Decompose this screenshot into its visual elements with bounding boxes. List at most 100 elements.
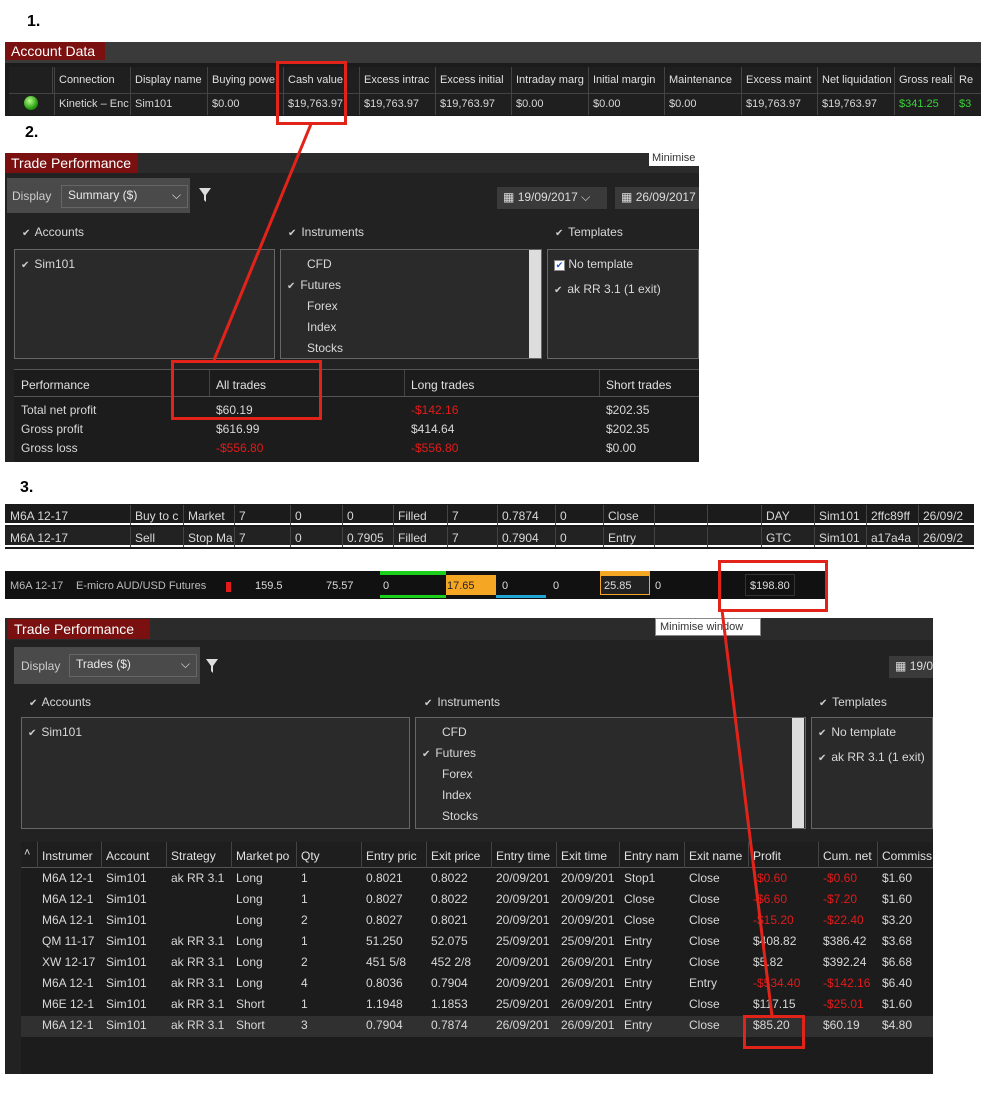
header-cell-empty xyxy=(9,67,53,93)
date-from-picker[interactable]: ▦ 19/0 xyxy=(889,656,933,678)
column-header[interactable]: Maintenance xyxy=(669,73,740,87)
order-cell: 0 xyxy=(295,531,302,545)
column-header[interactable]: Profit xyxy=(753,849,817,863)
column-header[interactable]: Entry time xyxy=(496,849,555,863)
column-header[interactable]: Strategy xyxy=(171,849,230,863)
trade-cell: 0.8021 xyxy=(431,913,468,927)
instrument-item[interactable]: ✔ Futures xyxy=(287,278,341,292)
position-cell: 17.65 xyxy=(447,580,475,592)
column-header[interactable]: Entry pric xyxy=(366,849,425,863)
accounts-header[interactable]: ✔ Accounts xyxy=(22,225,84,239)
display-dropdown[interactable]: Trades ($) ⌵ xyxy=(69,654,197,677)
column-divider xyxy=(342,505,343,525)
trade-cell: Short xyxy=(236,1018,265,1032)
checkmark-icon: ✔ xyxy=(818,728,827,739)
trade-cell: 20/09/201 xyxy=(496,871,550,885)
column-header[interactable]: Display name xyxy=(135,73,206,87)
account-data-panel: Account Data Connection Display name Buyin… xyxy=(5,42,981,116)
template-item[interactable]: ✔ No template xyxy=(818,725,896,739)
instrument-item[interactable]: Index xyxy=(442,788,471,802)
position-cell: 75.57 xyxy=(326,580,354,592)
trade-cell: -$15.20 xyxy=(753,913,794,927)
trade-cell: -$22.40 xyxy=(823,913,864,927)
order-cell: Buy to c xyxy=(135,509,179,523)
trade-cell: 20/09/201 xyxy=(496,976,550,990)
trade-cell: M6A 12-1 xyxy=(42,871,94,885)
checkmark-icon: ✔ xyxy=(554,285,563,296)
template-item[interactable]: ✔ ak RR 3.1 (1 exit) xyxy=(818,750,925,764)
checkmark-icon: ✔ xyxy=(424,698,433,709)
trade-cell: 0.8027 xyxy=(366,913,403,927)
order-cell: 7 xyxy=(239,509,246,523)
account-cell: $341.25 xyxy=(899,98,939,110)
instrument-item[interactable]: Index xyxy=(307,320,336,334)
column-header[interactable]: Connection xyxy=(59,73,129,87)
instruments-label: Instruments xyxy=(437,695,501,709)
trade-cell: 0.8027 xyxy=(366,892,403,906)
trade-cell: 1.1948 xyxy=(366,997,403,1011)
instrument-label: Futures xyxy=(435,746,477,760)
column-header[interactable]: Market po xyxy=(236,849,295,863)
checkmark-icon: ✔ xyxy=(818,753,827,764)
scrollbar[interactable] xyxy=(792,718,804,828)
sort-indicator: ˄ xyxy=(24,847,31,859)
column-header[interactable]: Gross realize xyxy=(899,73,953,87)
column-header[interactable]: Commiss xyxy=(882,849,932,863)
column-header[interactable]: Net liquidation xyxy=(822,73,893,87)
templates-header[interactable]: ✔ Templates xyxy=(555,225,623,239)
accounts-label: Accounts xyxy=(41,695,92,709)
column-header[interactable]: Re xyxy=(959,73,980,87)
date-from-picker[interactable]: ▦ 19/09/2017 ⌵ xyxy=(497,187,607,209)
column-header[interactable]: Qty xyxy=(301,849,360,863)
instrument-item[interactable]: Forex xyxy=(442,767,473,781)
trade-cell: -$142.16 xyxy=(823,976,871,990)
column-header[interactable]: Excess maint xyxy=(746,73,816,87)
template-item[interactable]: ✔ No template xyxy=(554,257,633,271)
column-divider xyxy=(748,842,749,868)
filter-icon[interactable] xyxy=(206,658,218,674)
scrollbar[interactable] xyxy=(529,250,541,358)
order-cell: 0.7904 xyxy=(502,531,539,545)
instrument-item[interactable]: CFD xyxy=(307,257,332,271)
column-header[interactable]: Exit price xyxy=(431,849,490,863)
trade-performance-tab[interactable]: Trade Performance xyxy=(5,153,138,173)
trade-cell: 26/09/201 xyxy=(561,955,615,969)
column-header[interactable]: Entry nam xyxy=(624,849,683,863)
column-header[interactable]: Instrumer xyxy=(42,849,100,863)
column-header[interactable]: Excess initial xyxy=(440,73,510,87)
account-item[interactable]: ✔ Sim101 xyxy=(21,257,75,271)
column-header[interactable]: Intraday marg xyxy=(516,73,587,87)
instrument-item[interactable]: ✔ Futures xyxy=(422,746,476,760)
column-header[interactable]: Long trades xyxy=(411,378,591,392)
account-item[interactable]: ✔ Sim101 xyxy=(28,725,82,739)
trade-cell: Long xyxy=(236,892,263,906)
instruments-header[interactable]: ✔ Instruments xyxy=(424,695,500,709)
account-data-tab[interactable]: Account Data xyxy=(5,42,105,60)
accounts-header[interactable]: ✔ Accounts xyxy=(29,695,91,709)
column-header[interactable]: Excess intrac xyxy=(364,73,434,87)
template-item[interactable]: ✔ ak RR 3.1 (1 exit) xyxy=(554,282,661,296)
column-header[interactable]: Initial margin xyxy=(593,73,663,87)
trade-cell: Close xyxy=(624,892,655,906)
step-label-2: 2. xyxy=(25,124,39,141)
column-header[interactable]: Exit name xyxy=(689,849,747,863)
account-cell: $19,763.97 xyxy=(440,98,496,110)
instrument-item[interactable]: CFD xyxy=(442,725,467,739)
instrument-item[interactable]: Stocks xyxy=(307,341,343,355)
instrument-item[interactable]: Forex xyxy=(307,299,338,313)
column-header[interactable]: Buying powe xyxy=(212,73,282,87)
filter-icon[interactable] xyxy=(199,187,211,203)
templates-header[interactable]: ✔ Templates xyxy=(819,695,887,709)
column-header[interactable]: Account xyxy=(106,849,165,863)
trade-performance-tab[interactable]: Trade Performance xyxy=(8,619,150,639)
display-dropdown[interactable]: Summary ($) ⌵ xyxy=(61,185,188,208)
date-to-picker[interactable]: ▦ 26/09/2017 xyxy=(615,187,699,209)
column-divider xyxy=(231,842,232,868)
column-divider xyxy=(37,842,38,868)
column-header[interactable]: Short trades xyxy=(606,378,786,392)
column-header[interactable]: Cum. net xyxy=(823,849,876,863)
column-divider xyxy=(761,527,762,547)
instruments-header[interactable]: ✔ Instruments xyxy=(288,225,364,239)
column-header[interactable]: Exit time xyxy=(561,849,618,863)
instrument-item[interactable]: Stocks xyxy=(442,809,478,823)
